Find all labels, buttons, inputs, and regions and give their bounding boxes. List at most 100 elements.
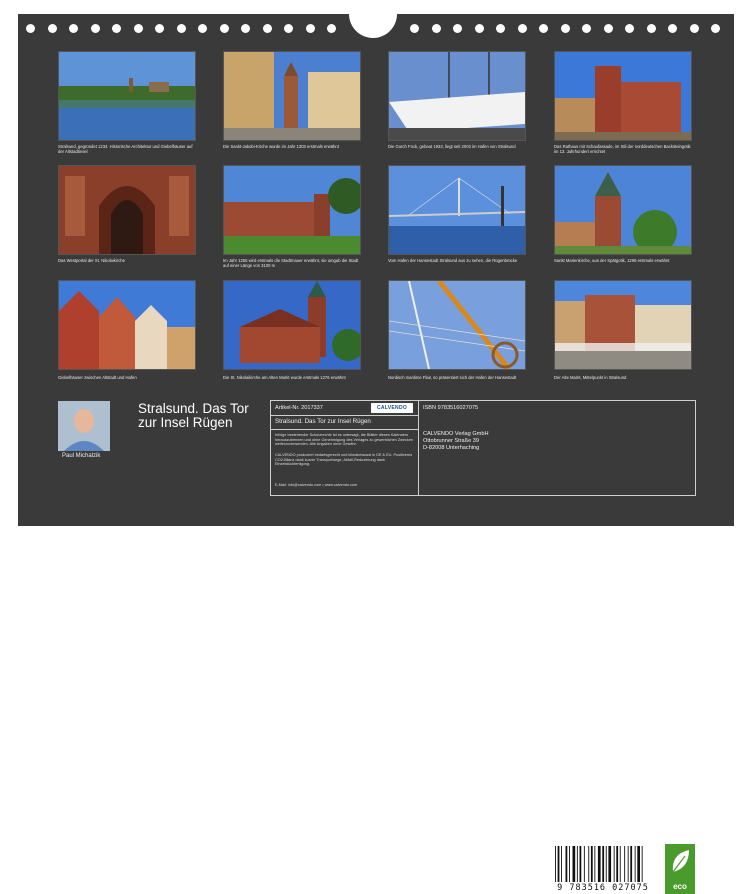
barcode-bar xyxy=(594,846,596,882)
binding-hole xyxy=(219,24,229,33)
photo-gorch-fock xyxy=(388,51,526,141)
author-name: Paul Michalzik xyxy=(62,453,101,459)
binding-hole xyxy=(133,24,143,33)
barcode-bar xyxy=(602,846,605,882)
barcode-bar xyxy=(583,846,585,882)
binding-hole xyxy=(453,24,462,33)
photo-ruegen-bridge xyxy=(388,165,526,255)
author-photo xyxy=(58,401,110,451)
info-box: Artikel-Nr. 2017337 CALVENDO Stralsund. … xyxy=(270,400,696,894)
caption: Die Sankt-Jakobi-Kirche wurde im Jahr 13… xyxy=(223,144,339,149)
barcode-number: 9 783516 027075 xyxy=(549,883,657,893)
caption: Der Alte Markt, Mittelpunkt in Stralsund xyxy=(554,375,627,380)
caption: Giebelhäuser zwischen Altstadt und Hafen xyxy=(58,375,137,380)
barcode-bar xyxy=(605,846,607,882)
binding-hole xyxy=(582,24,591,33)
caption: Die St. Nikolaikirche am Alten Markt wur… xyxy=(223,375,346,380)
barcode-bar xyxy=(619,846,621,882)
eco-badge: eco xyxy=(665,844,695,894)
divider xyxy=(271,429,418,430)
binding-hole xyxy=(539,24,548,33)
binding-hole xyxy=(625,24,634,33)
caption: Die Gorch Fock, gebaut 1933, liegt seit … xyxy=(388,144,516,149)
publisher-city: D-82008 Unterhaching xyxy=(423,445,480,451)
barcode-bar xyxy=(565,846,568,882)
photo-west-portal xyxy=(58,165,196,255)
hanger-notch xyxy=(349,12,397,38)
contact-email: E-Mail: info@calvendo.com • www.calvendo… xyxy=(275,483,358,487)
barcode-bar xyxy=(572,846,576,882)
binding-hole xyxy=(560,24,570,33)
barcode-bar xyxy=(616,846,619,882)
barcode-bar xyxy=(624,846,626,882)
calendar-title: Stralsund. Das Tor zur Insel Rügen xyxy=(138,401,249,430)
barcode-bar xyxy=(630,846,633,882)
publisher-street: Ottobrunner Straße 39 xyxy=(423,438,479,444)
caption: Stralsund, gegründet 1234. Historische A… xyxy=(58,144,193,155)
photo-city-wall xyxy=(223,165,361,255)
binding-hole xyxy=(47,24,57,33)
caption: Im Jahr 1256 wird erstmals die Stadtmaue… xyxy=(223,258,359,269)
caption: Das Rathaus mit Schaufassade, im Stil de… xyxy=(554,144,691,155)
binding-hole xyxy=(689,24,699,33)
barcode-bar xyxy=(588,846,590,882)
photo-harbour-rigging xyxy=(388,280,526,370)
binding-hole xyxy=(668,24,677,33)
caption: Nordisch maritime Flair, so präsentiert … xyxy=(388,375,517,380)
barcode-bar xyxy=(641,846,643,882)
photo-gable-houses xyxy=(58,280,196,370)
barcode-bar xyxy=(637,846,640,882)
binding-hole xyxy=(284,24,293,33)
barcode-bar xyxy=(608,846,612,882)
binding-hole xyxy=(90,24,100,33)
barcode-bar xyxy=(579,846,582,882)
binding-hole xyxy=(198,24,207,33)
barcode-bar xyxy=(555,846,556,882)
leaf-icon xyxy=(672,850,689,873)
photo-nikolaikirche xyxy=(223,280,361,370)
binding-hole xyxy=(410,24,419,33)
barcode-bar xyxy=(613,846,615,882)
caption: Das Westportal der St. Nikolaikirche xyxy=(58,258,125,263)
barcode-bar xyxy=(597,846,601,882)
eco-label: eco xyxy=(673,882,687,891)
binding-hole xyxy=(262,24,272,33)
calvendo-logo: CALVENDO xyxy=(371,403,413,413)
binding-hole xyxy=(496,24,505,33)
binding-hole xyxy=(176,24,186,33)
binding-hole xyxy=(112,24,121,33)
binding-hole xyxy=(241,24,250,33)
binding-hole xyxy=(305,24,315,33)
binding-hole xyxy=(69,24,78,33)
photo-alter-markt xyxy=(554,280,692,370)
divider xyxy=(418,401,419,495)
photo-town-hall xyxy=(554,51,692,141)
isbn: ISBN 9783516027075 xyxy=(423,405,479,411)
caption: Vom Hafen der Hansestadt Stralsund aus z… xyxy=(388,258,518,263)
barcode-bar xyxy=(557,846,560,882)
eco-production-notice: CALVENDO produziert bedarfsgerecht und k… xyxy=(275,453,413,467)
divider xyxy=(271,415,418,416)
article-number: Artikel-Nr. 2017337 xyxy=(275,405,323,411)
copyright-notice: Infolge bestehender Schutzrechte ist es … xyxy=(275,433,414,447)
binding-hole xyxy=(327,24,336,33)
barcode-bar xyxy=(561,846,562,882)
binding-hole xyxy=(431,24,441,33)
binding-hole xyxy=(603,24,613,33)
binding-hole xyxy=(474,24,484,33)
binding-hole xyxy=(711,24,720,33)
binding-hole xyxy=(155,24,164,33)
barcode: 9 783516 027075 xyxy=(549,844,657,894)
binding-hole xyxy=(517,24,527,33)
photo-marienkirche xyxy=(554,165,692,255)
caption: Sankt Marienkirche, aus der Spätgotik, 1… xyxy=(554,258,670,263)
barcode-bar xyxy=(627,846,629,882)
barcode-bar xyxy=(569,846,570,882)
barcode-bar xyxy=(576,846,578,882)
calendar-back-page: Stralsund, gegründet 1234. Historische A… xyxy=(18,12,734,894)
calendar-subtitle: Stralsund. Das Tor zur Insel Rügen xyxy=(275,418,371,425)
photo-jakobi-church xyxy=(223,51,361,141)
publisher-name: CALVENDO Verlag GmbH xyxy=(423,431,489,437)
photo-stralsund-lake xyxy=(58,51,196,141)
barcode-bar xyxy=(634,846,636,882)
